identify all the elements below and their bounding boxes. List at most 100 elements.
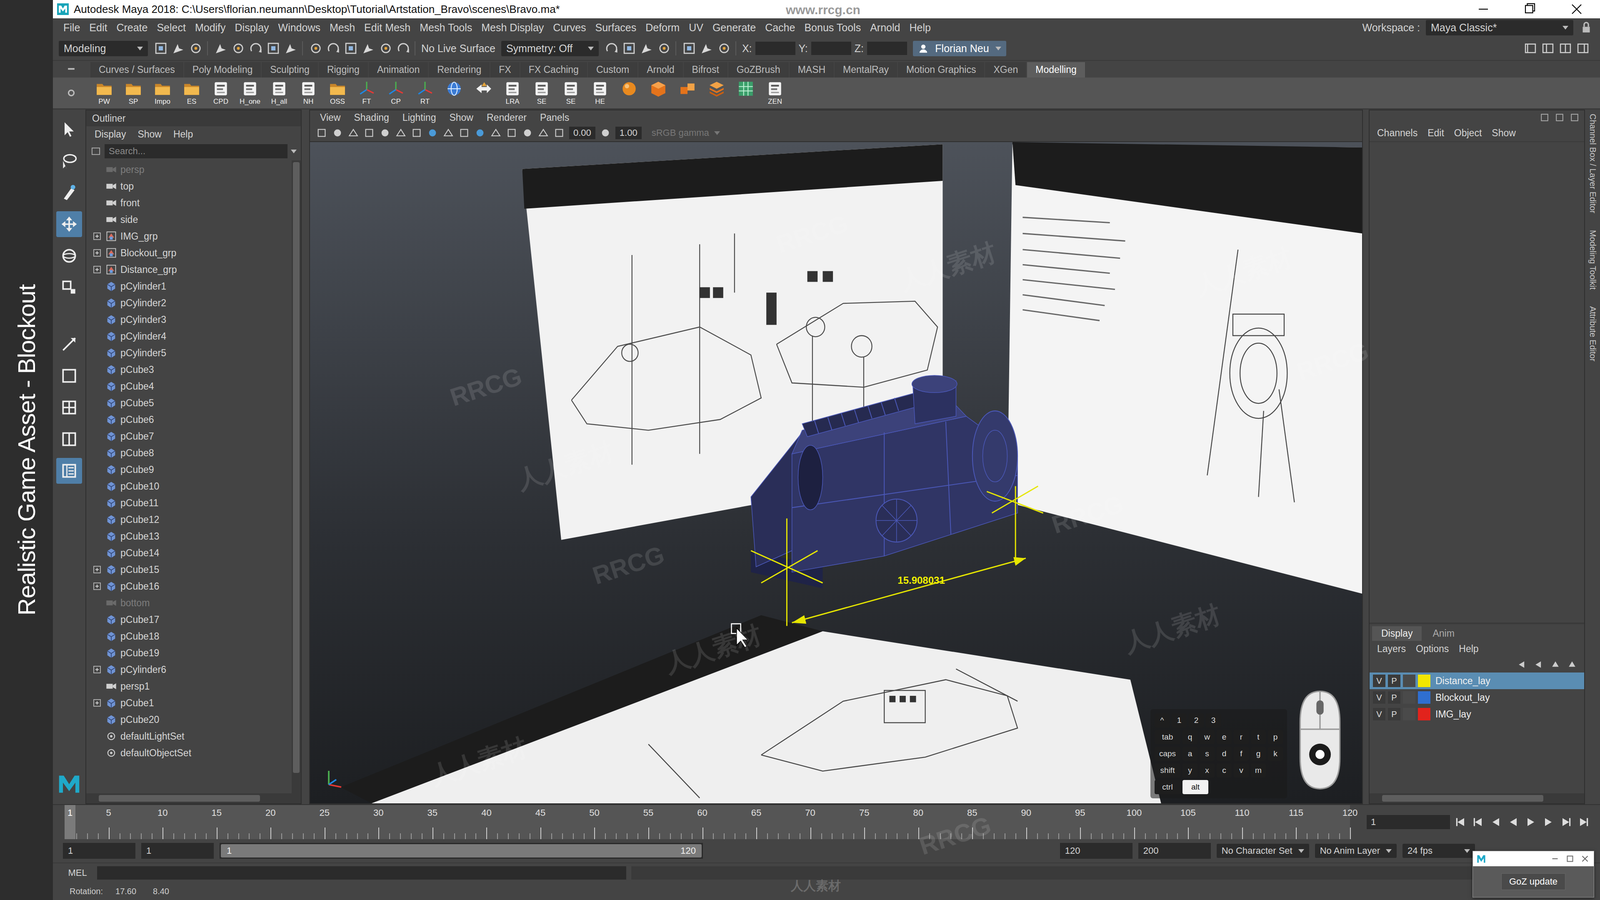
close-icon[interactable]: [1579, 853, 1591, 865]
shelf-tab[interactable]: Arnold: [638, 62, 683, 78]
layer-action-icon[interactable]: [1566, 659, 1578, 670]
panel-tool-icon[interactable]: [363, 127, 375, 139]
shelf-button[interactable]: SP: [118, 80, 148, 106]
display-type-toggle[interactable]: [1402, 691, 1416, 704]
menu-item[interactable]: Mesh: [325, 21, 360, 34]
menu-item[interactable]: Deform: [640, 21, 685, 34]
animation-start-field[interactable]: 1: [62, 842, 136, 859]
lock-icon[interactable]: [1579, 20, 1594, 35]
outliner-item[interactable]: Blockout_grp: [86, 244, 292, 262]
shelf-button[interactable]: [468, 80, 498, 106]
status-tool-icon[interactable]: [657, 41, 672, 56]
panel-toggle-icon[interactable]: [1540, 41, 1555, 56]
side-tab[interactable]: Channel Box / Layer Editor: [1587, 113, 1598, 214]
shelf-tab[interactable]: Modelling: [1027, 62, 1085, 78]
shelf-tab[interactable]: Animation: [368, 62, 428, 78]
shelf-button[interactable]: Impo: [147, 80, 178, 106]
maximize-icon[interactable]: [1564, 853, 1576, 865]
layer-menu-item[interactable]: Layers: [1372, 643, 1411, 655]
playback-button-icon[interactable]: [1471, 815, 1485, 829]
layer-action-icon[interactable]: [1516, 659, 1528, 670]
shelf-button[interactable]: PW: [89, 80, 119, 106]
outliner-hscrollbar[interactable]: [86, 793, 301, 804]
outliner-item[interactable]: pCube10: [86, 477, 292, 495]
outliner-item[interactable]: pCylinder4: [86, 327, 292, 345]
character-set-dropdown[interactable]: No Character Set: [1216, 843, 1310, 858]
shelf-button[interactable]: SE: [556, 80, 586, 106]
panel-tool-icon[interactable]: [426, 127, 439, 139]
shelf-button[interactable]: RT: [410, 80, 440, 106]
shelf-button[interactable]: H_one: [235, 80, 265, 106]
status-tool-icon[interactable]: [308, 41, 323, 56]
display-type-toggle[interactable]: [1402, 707, 1416, 721]
color-space-dropdown[interactable]: sRGB gamma: [651, 127, 720, 139]
outliner-item[interactable]: pCube1: [86, 694, 292, 712]
shelf-button[interactable]: H_all: [264, 80, 294, 106]
outliner-item[interactable]: pCylinder3: [86, 311, 292, 328]
status-tool-icon[interactable]: [266, 41, 281, 56]
shelf-button[interactable]: [731, 80, 761, 106]
shelf-button[interactable]: [614, 80, 644, 106]
panel-icon[interactable]: [1554, 112, 1565, 123]
outliner-item[interactable]: pCylinder6: [86, 661, 292, 678]
shelf-button[interactable]: [643, 80, 673, 106]
panel-tool-icon[interactable]: [410, 127, 423, 139]
shelf-tab[interactable]: GoZBrush: [728, 62, 789, 78]
menu-item[interactable]: UV: [684, 21, 708, 34]
status-tool-icon[interactable]: [699, 41, 714, 56]
layer-row[interactable]: V P Distance_lay: [1369, 672, 1585, 690]
panel-tool-icon[interactable]: [490, 127, 502, 139]
outliner-scrollbar[interactable]: [291, 160, 301, 794]
layer-action-icon[interactable]: [1533, 659, 1545, 670]
outliner-item[interactable]: pCube19: [86, 644, 292, 662]
outliner-item[interactable]: pCube3: [86, 361, 292, 378]
menu-item[interactable]: Cache: [760, 21, 800, 34]
channel-box-menu-item[interactable]: Object: [1449, 127, 1487, 139]
panel-tool-icon[interactable]: [347, 127, 360, 139]
shelf-tab[interactable]: Poly Modeling: [184, 62, 261, 78]
panel-tool-icon[interactable]: [474, 127, 486, 139]
panel-menu-item[interactable]: View: [314, 112, 347, 124]
layer-editor-tab[interactable]: Display: [1372, 626, 1422, 641]
outliner-item[interactable]: pCube7: [86, 427, 292, 445]
outliner-item[interactable]: pCube9: [86, 461, 292, 478]
close-icon[interactable]: [1553, 0, 1600, 19]
shelf-tab[interactable]: Curves / Surfaces: [90, 62, 184, 78]
channel-box-menu-item[interactable]: Channels: [1372, 127, 1423, 139]
expand-icon[interactable]: [93, 565, 101, 574]
outliner-item[interactable]: pCube16: [86, 577, 292, 595]
status-tool-icon[interactable]: [378, 41, 393, 56]
outliner-item[interactable]: pCube15: [86, 561, 292, 578]
range-handle[interactable]: 1 120: [220, 844, 702, 858]
shelf-button[interactable]: ZEN: [760, 80, 790, 106]
shelf-button[interactable]: SE: [527, 80, 557, 106]
panel-menu-item[interactable]: Renderer: [480, 112, 533, 124]
shelf-tab[interactable]: MASH: [789, 62, 834, 78]
playback-start-field[interactable]: 1: [141, 842, 214, 859]
status-tool-icon[interactable]: [326, 41, 341, 56]
outliner-item[interactable]: pCube14: [86, 544, 292, 562]
lasso-tool[interactable]: [56, 147, 83, 174]
shelf-tab[interactable]: XGen: [985, 62, 1027, 78]
shelf-tab[interactable]: FX Caching: [520, 62, 588, 78]
outliner-item[interactable]: top: [86, 177, 292, 195]
status-tool-icon[interactable]: [231, 41, 246, 56]
playback-toggle[interactable]: P: [1387, 707, 1401, 721]
display-type-toggle[interactable]: [1402, 674, 1416, 688]
playback-button-icon[interactable]: [1541, 815, 1555, 829]
paint-tool[interactable]: [56, 179, 83, 206]
menu-item[interactable]: Mesh Display: [476, 21, 549, 34]
shelf-button[interactable]: [672, 80, 703, 106]
shelf-button[interactable]: HE: [585, 80, 615, 106]
shelf-button[interactable]: LRA: [497, 80, 528, 106]
3d-viewport[interactable]: 15.908031 ^123tabqwertpcapsasdfgkshiftyx…: [310, 142, 1363, 804]
shelf-button[interactable]: FT: [352, 80, 382, 106]
channel-box-menu-item[interactable]: Show: [1486, 127, 1521, 139]
status-tool-icon[interactable]: [639, 41, 654, 56]
panel-menu-item[interactable]: Shading: [347, 112, 395, 124]
playback-button-icon[interactable]: [1559, 815, 1573, 829]
shelf-tab[interactable]: Rigging: [318, 62, 368, 78]
select-tool[interactable]: [56, 116, 83, 143]
status-tool-icon[interactable]: [717, 41, 732, 56]
shelf-tab[interactable]: Bifrost: [683, 62, 728, 78]
